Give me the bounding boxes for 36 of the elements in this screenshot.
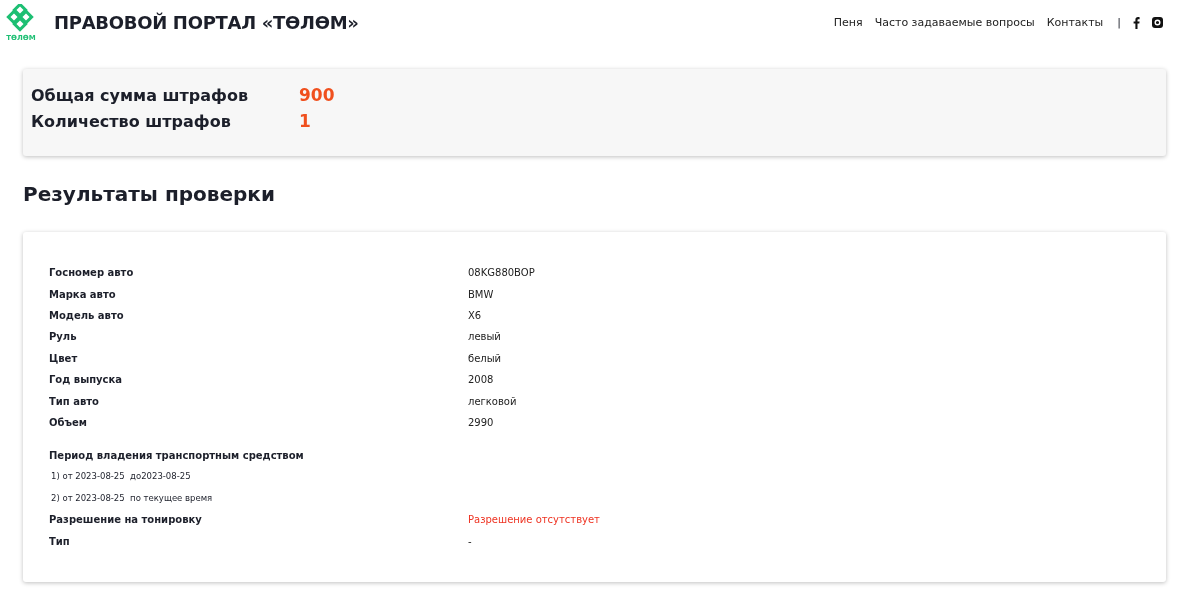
summary-label: Общая сумма штрафов (31, 86, 250, 105)
field-value: X6 (468, 309, 482, 321)
summary-value: 1 (299, 111, 311, 131)
field-label: Модель авто (49, 309, 125, 321)
field-value: 08KG880BOP (468, 267, 535, 279)
nav-link[interactable]: Часто задаваемые вопросы (874, 16, 1035, 29)
portal-title: ПРАВОВОЙ ПОРТАЛ «ТӨЛӨМ» (54, 12, 359, 33)
summary-value: 900 (299, 85, 335, 105)
field-value: белый (468, 352, 502, 364)
field-label: Год выпуска (49, 374, 124, 386)
ownership-period: 2) от 2023-08-25 по текущее время (51, 493, 213, 504)
field-value: - (468, 535, 472, 547)
field-label: Разрешение на тонировку (49, 514, 203, 526)
field-value: левый (468, 331, 501, 343)
field-value: легковой (468, 395, 517, 407)
section-heading: Результаты проверки (23, 182, 276, 206)
facebook-icon[interactable] (1133, 16, 1140, 29)
field-label: Тип авто (49, 395, 100, 407)
field-label: Руль (49, 331, 78, 343)
field-label: Марка авто (49, 288, 117, 300)
field-label: Объем (49, 416, 88, 428)
separator: | (1117, 16, 1121, 29)
instagram-icon[interactable] (1152, 17, 1163, 28)
field-value: BMW (468, 288, 494, 300)
ownership-period: 1) от 2023-08-25 до2023-08-25 (51, 471, 191, 482)
summary-label: Количество штрафов (31, 112, 232, 131)
field-value: 2008 (468, 374, 494, 386)
logo-icon (6, 3, 36, 34)
field-label: Тип (49, 535, 71, 547)
nav-link[interactable]: Пеня (833, 16, 863, 29)
field-value: Разрешение отсутствует (468, 514, 600, 526)
nav-link[interactable]: Контакты (1046, 16, 1104, 29)
field-label: Цвет (49, 352, 79, 364)
field-label: Госномер авто (49, 267, 135, 279)
field-value: 2990 (468, 416, 494, 428)
field-label: Период владения транспортным средством (49, 449, 305, 461)
